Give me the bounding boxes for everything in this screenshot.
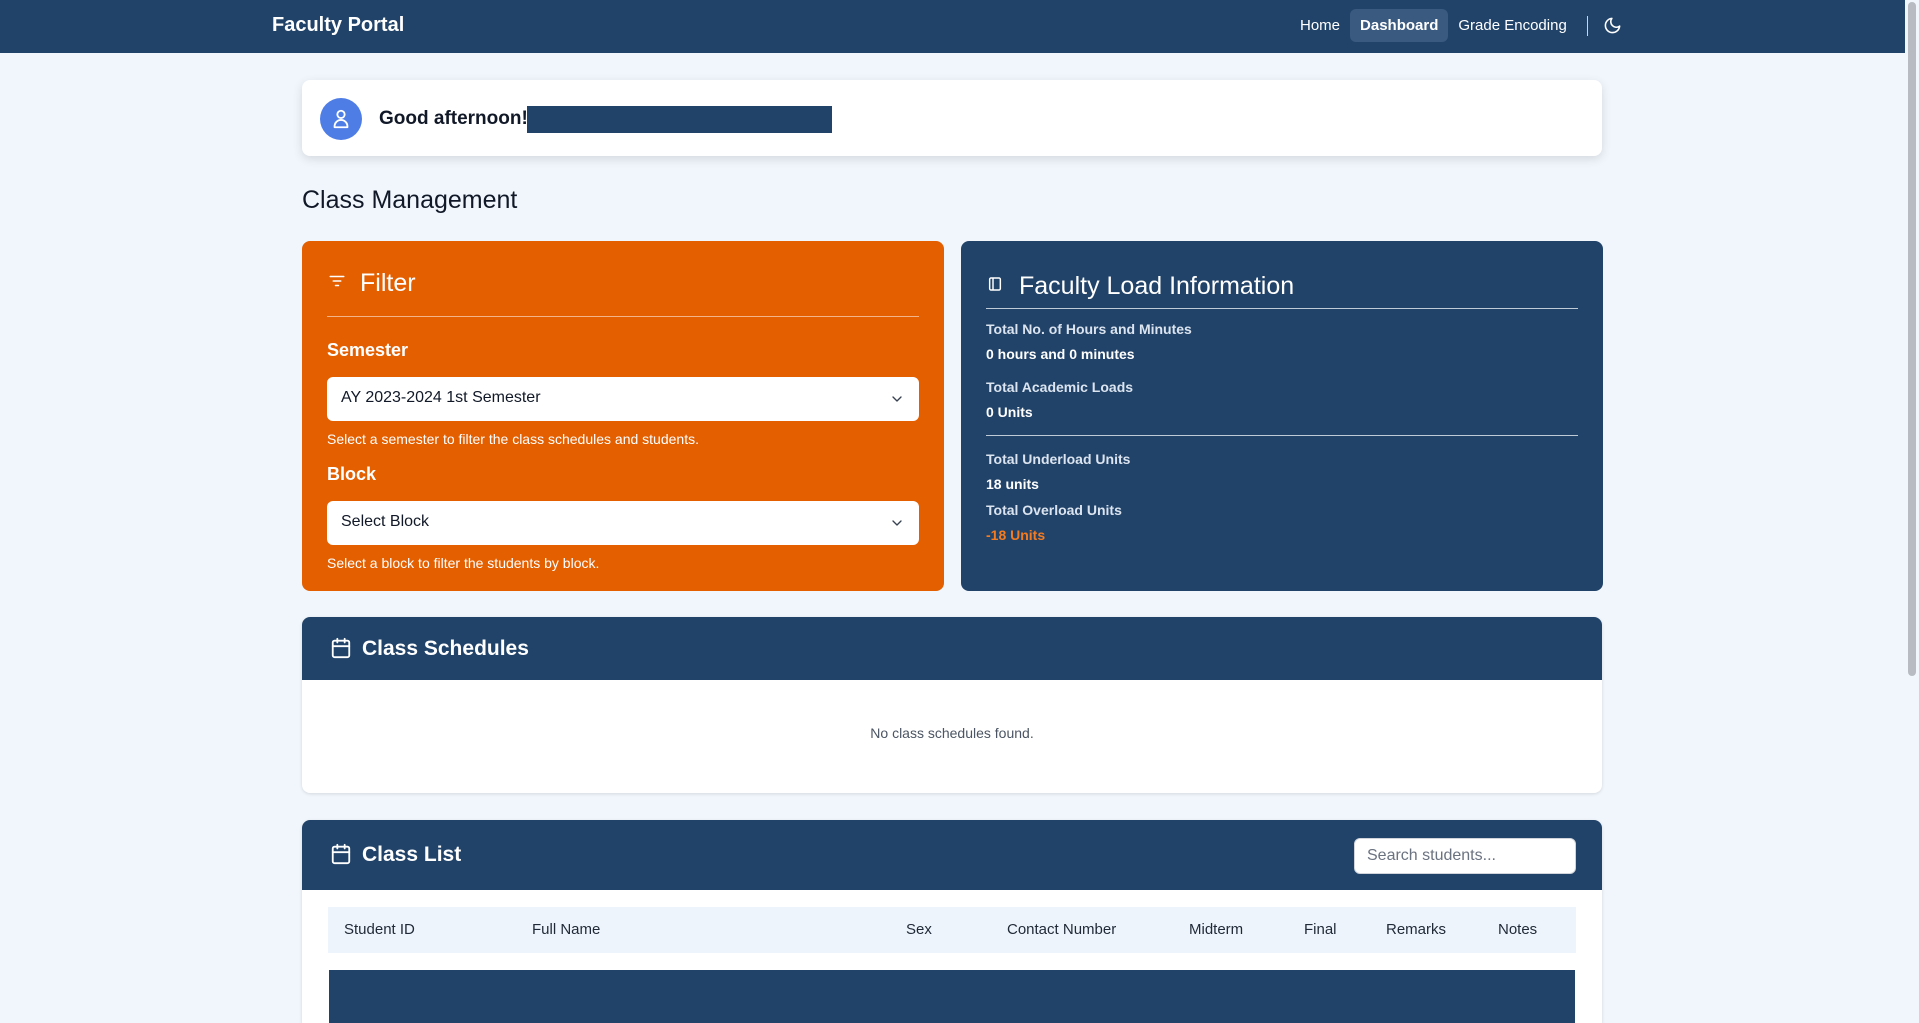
column-header-midterm[interactable]: Midterm <box>1189 921 1243 938</box>
nav-home-link[interactable]: Home <box>1290 9 1350 42</box>
faculty-load-header: Faculty Load Information <box>987 272 1294 301</box>
sidebar-panel-icon <box>987 276 1003 297</box>
moon-icon[interactable] <box>1602 15 1624 37</box>
class-list-table-header: Student ID Full Name Sex Contact Number … <box>328 907 1576 953</box>
faculty-load-title: Faculty Load Information <box>1019 272 1295 300</box>
page-scrollbar[interactable] <box>1905 0 1919 1023</box>
semester-select-value: AY 2023-2024 1st Semester <box>341 389 541 406</box>
underload-value: 18 units <box>986 476 1039 492</box>
academic-label: Total Academic Loads <box>986 379 1134 395</box>
class-schedules-card: Class Schedules No class schedules found… <box>302 617 1602 793</box>
faculty-load-card: Faculty Load Information Total No. of Ho… <box>961 241 1603 591</box>
column-header-final[interactable]: Final <box>1304 921 1337 938</box>
top-navbar: Faculty Portal Home Dashboard Grade Enco… <box>0 0 1905 53</box>
semester-label: Semester <box>327 340 409 360</box>
class-list-header: Class List <box>302 820 1602 890</box>
column-header-sex[interactable]: Sex <box>906 921 932 938</box>
column-header-contact-number[interactable]: Contact Number <box>1007 921 1116 938</box>
column-header-notes[interactable]: Notes <box>1498 921 1537 938</box>
search-students-input[interactable] <box>1354 838 1576 874</box>
greeting-card: Good afternoon! <box>302 80 1602 156</box>
load-divider-top <box>986 308 1578 309</box>
filter-title: Filter <box>360 269 416 297</box>
chevron-down-icon <box>889 515 905 536</box>
filter-icon <box>328 272 346 295</box>
overload-value: -18 Units <box>986 527 1046 543</box>
block-hint: Select a block to filter the students by… <box>327 555 600 571</box>
table-body-placeholder <box>329 970 1575 1023</box>
academic-value: 0 Units <box>986 404 1033 420</box>
page-title: Class Management <box>302 186 518 214</box>
brand-title[interactable]: Faculty Portal <box>272 14 404 37</box>
underload-label: Total Underload Units <box>986 451 1131 467</box>
class-list-card: Class List Student ID Full Name Sex Cont… <box>302 820 1602 1023</box>
column-header-remarks[interactable]: Remarks <box>1386 921 1446 938</box>
filter-header: Filter <box>328 269 416 298</box>
chevron-down-icon <box>889 391 905 412</box>
semester-select[interactable]: AY 2023-2024 1st Semester <box>327 377 919 421</box>
nav-dashboard-link[interactable]: Dashboard <box>1350 9 1449 42</box>
filter-divider <box>327 316 919 317</box>
load-divider-mid <box>986 435 1578 436</box>
nav-links: Home Dashboard Grade Encoding <box>1290 7 1624 44</box>
class-schedules-header: Class Schedules <box>302 617 1602 680</box>
user-name-redacted <box>527 106 832 133</box>
empty-schedules-text: No class schedules found. <box>870 725 1034 741</box>
user-icon <box>320 98 362 140</box>
block-label: Block <box>327 464 377 484</box>
semester-hint: Select a semester to filter the class sc… <box>327 431 699 447</box>
hours-label: Total No. of Hours and Minutes <box>986 321 1192 337</box>
hours-value: 0 hours and 0 minutes <box>986 346 1135 362</box>
calendar-icon <box>330 637 352 664</box>
block-select-value: Select Block <box>341 513 430 530</box>
column-header-full-name[interactable]: Full Name <box>532 921 600 938</box>
calendar-icon <box>330 843 352 870</box>
block-select[interactable]: Select Block <box>327 501 919 545</box>
nav-divider <box>1586 15 1588 36</box>
scrollbar-thumb[interactable] <box>1908 2 1916 676</box>
nav-grade-encoding-link[interactable]: Grade Encoding <box>1448 9 1576 42</box>
greeting-text: Good afternoon! <box>379 108 528 129</box>
class-list-title: Class List <box>362 843 462 866</box>
filter-card: Filter Semester AY 2023-2024 1st Semeste… <box>302 241 944 591</box>
overload-label: Total Overload Units <box>986 502 1122 518</box>
class-schedules-title: Class Schedules <box>362 637 529 660</box>
column-header-student-id[interactable]: Student ID <box>344 921 415 938</box>
